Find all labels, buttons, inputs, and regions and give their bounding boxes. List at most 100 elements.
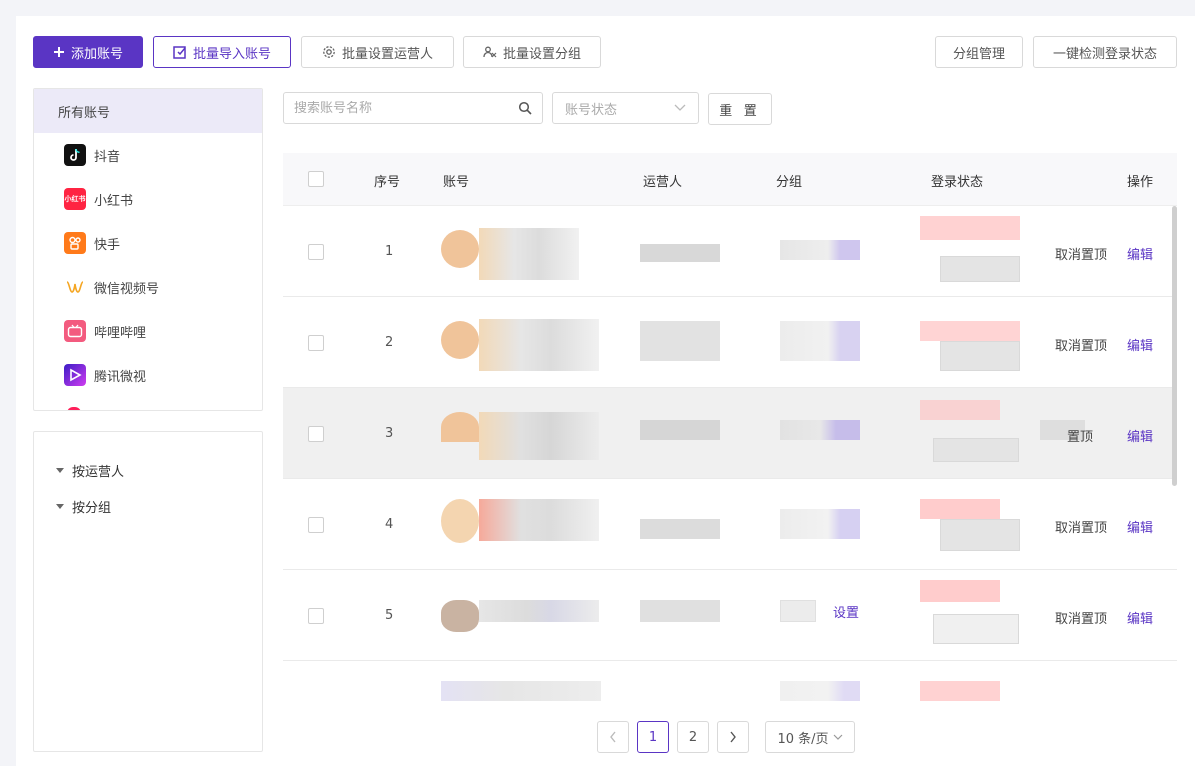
chevron-down-icon bbox=[674, 104, 686, 111]
header-index: 序号 bbox=[374, 175, 401, 190]
reset-button[interactable]: 重 置 bbox=[708, 93, 772, 125]
row-checkbox[interactable] bbox=[308, 517, 324, 533]
prev-page-button[interactable] bbox=[597, 721, 629, 753]
login-status-masked bbox=[920, 681, 1000, 701]
chevron-right-icon bbox=[730, 731, 736, 743]
sidebar-item-label: 哔哩哔哩 bbox=[94, 325, 147, 341]
edit-link[interactable]: 编辑 bbox=[1127, 335, 1153, 354]
status-select[interactable]: 账号状态 bbox=[552, 92, 699, 124]
batch-operator-button[interactable]: 批量设置运营人 bbox=[301, 36, 454, 68]
header-operator: 运营人 bbox=[643, 175, 683, 190]
edit-link[interactable]: 编辑 bbox=[1127, 426, 1153, 445]
tree-node-operator[interactable]: 按运营人 bbox=[34, 452, 262, 488]
table-row: 4 取消置顶 编辑 bbox=[283, 479, 1177, 570]
edit-link[interactable]: 编辑 bbox=[1127, 608, 1153, 627]
sidebar-item-label: 抖音 bbox=[94, 149, 121, 165]
operator-masked bbox=[640, 420, 720, 440]
sidebar-item-label: 小红书 bbox=[94, 193, 134, 209]
header-login-status: 登录状态 bbox=[931, 175, 984, 190]
row-index: 1 bbox=[385, 244, 394, 259]
import-icon bbox=[173, 46, 186, 59]
avatar bbox=[441, 321, 479, 359]
table-row: 3 置顶 编辑 bbox=[283, 388, 1177, 479]
unpin-link[interactable]: 取消置顶 bbox=[1055, 608, 1107, 627]
add-account-button[interactable]: 添加账号 bbox=[33, 36, 143, 68]
batch-operator-label: 批量设置运营人 bbox=[341, 45, 433, 61]
tree-node-group[interactable]: 按分组 bbox=[34, 488, 262, 524]
check-login-label: 一键检测登录状态 bbox=[1052, 45, 1157, 61]
row-checkbox[interactable] bbox=[308, 335, 324, 351]
table-header: 序号 账号 运营人 分组 登录状态 操作 bbox=[283, 153, 1177, 206]
sidebar-item-all[interactable]: 所有账号 bbox=[34, 89, 262, 133]
page-size-select[interactable]: 10 条/页 bbox=[765, 721, 855, 753]
table-row: 2 取消置顶 编辑 bbox=[283, 297, 1177, 388]
caret-down-icon bbox=[56, 503, 64, 509]
avatar bbox=[441, 600, 479, 632]
table-scrollbar[interactable] bbox=[1172, 206, 1177, 486]
plus-icon bbox=[53, 47, 64, 57]
pin-link[interactable]: 置顶 bbox=[1067, 426, 1093, 445]
account-name-masked bbox=[479, 412, 599, 460]
next-page-button[interactable] bbox=[717, 721, 749, 753]
page-size-label: 10 条/页 bbox=[777, 731, 829, 747]
header-actions: 操作 bbox=[1127, 175, 1154, 190]
login-button-masked[interactable] bbox=[940, 256, 1020, 282]
select-all-checkbox[interactable] bbox=[308, 171, 324, 187]
login-button-masked[interactable] bbox=[933, 438, 1019, 462]
row-index: 5 bbox=[385, 608, 394, 623]
search-box bbox=[283, 92, 543, 124]
row-index: 2 bbox=[385, 335, 394, 350]
platform-list: 所有账号 抖音 小红书 小红书 快手 微信视频号 哔哩哔哩 腾讯微视 bbox=[33, 88, 263, 411]
operator-masked bbox=[640, 244, 720, 262]
search-input[interactable] bbox=[294, 100, 494, 116]
sidebar-item-label: 腾讯微视 bbox=[94, 369, 147, 385]
sidebar-item-kuaishou[interactable]: 快手 bbox=[34, 221, 262, 265]
search-icon[interactable] bbox=[518, 101, 532, 115]
batch-group-label: 批量设置分组 bbox=[502, 45, 581, 61]
chevron-left-icon bbox=[610, 731, 616, 743]
sidebar-item-label: 所有账号 bbox=[58, 105, 111, 121]
batch-group-button[interactable]: 批量设置分组 bbox=[463, 36, 601, 68]
page-2-button[interactable]: 2 bbox=[677, 721, 709, 753]
sidebar-item-weishi[interactable]: 腾讯微视 bbox=[34, 353, 262, 397]
batch-import-button[interactable]: 批量导入账号 bbox=[153, 36, 291, 68]
sidebar-item-xiaohongshu[interactable]: 小红书 小红书 bbox=[34, 177, 262, 221]
table-row bbox=[283, 661, 1177, 701]
edit-link[interactable]: 编辑 bbox=[1127, 244, 1153, 263]
sidebar-item-douyin[interactable]: 抖音 bbox=[34, 133, 262, 177]
unpin-link[interactable]: 取消置顶 bbox=[1055, 335, 1107, 354]
sidebar-item-label: 微信视频号 bbox=[94, 281, 160, 297]
row-checkbox[interactable] bbox=[308, 608, 324, 624]
account-name-masked bbox=[479, 600, 599, 622]
tree-node-label: 按运营人 bbox=[72, 464, 125, 480]
avatar bbox=[441, 499, 479, 543]
login-status-masked bbox=[920, 400, 1000, 420]
login-status-masked bbox=[920, 216, 1020, 240]
set-group-link[interactable]: 设置 bbox=[833, 602, 859, 621]
login-button-masked[interactable] bbox=[940, 341, 1020, 371]
unpin-link[interactable]: 取消置顶 bbox=[1055, 244, 1107, 263]
login-status-masked bbox=[920, 580, 1000, 602]
row-checkbox[interactable] bbox=[308, 426, 324, 442]
sidebar-item-bilibili[interactable]: 哔哩哔哩 bbox=[34, 309, 262, 353]
check-login-button[interactable]: 一键检测登录状态 bbox=[1033, 36, 1177, 68]
row-index: 4 bbox=[385, 517, 394, 532]
row-checkbox[interactable] bbox=[308, 244, 324, 260]
edit-link[interactable]: 编辑 bbox=[1127, 517, 1153, 536]
account-name-masked bbox=[479, 228, 579, 280]
group-masked bbox=[780, 321, 860, 361]
sidebar-item-label: 快手 bbox=[94, 237, 121, 253]
unpin-link[interactable]: 取消置顶 bbox=[1055, 517, 1107, 536]
douyin-icon bbox=[64, 144, 86, 166]
page-1-button[interactable]: 1 bbox=[637, 721, 669, 753]
group-manage-label: 分组管理 bbox=[952, 45, 1005, 61]
group-manage-button[interactable]: 分组管理 bbox=[935, 36, 1023, 68]
login-button-masked[interactable] bbox=[940, 519, 1020, 551]
login-button-masked[interactable] bbox=[933, 614, 1019, 644]
avatar bbox=[441, 412, 479, 442]
batch-import-label: 批量导入账号 bbox=[192, 45, 271, 61]
gear-icon bbox=[323, 46, 335, 58]
table-row: 1 取消置顶 编辑 bbox=[283, 206, 1177, 297]
partial-platform-icon bbox=[67, 407, 81, 410]
sidebar-item-wechat-channels[interactable]: 微信视频号 bbox=[34, 265, 262, 309]
